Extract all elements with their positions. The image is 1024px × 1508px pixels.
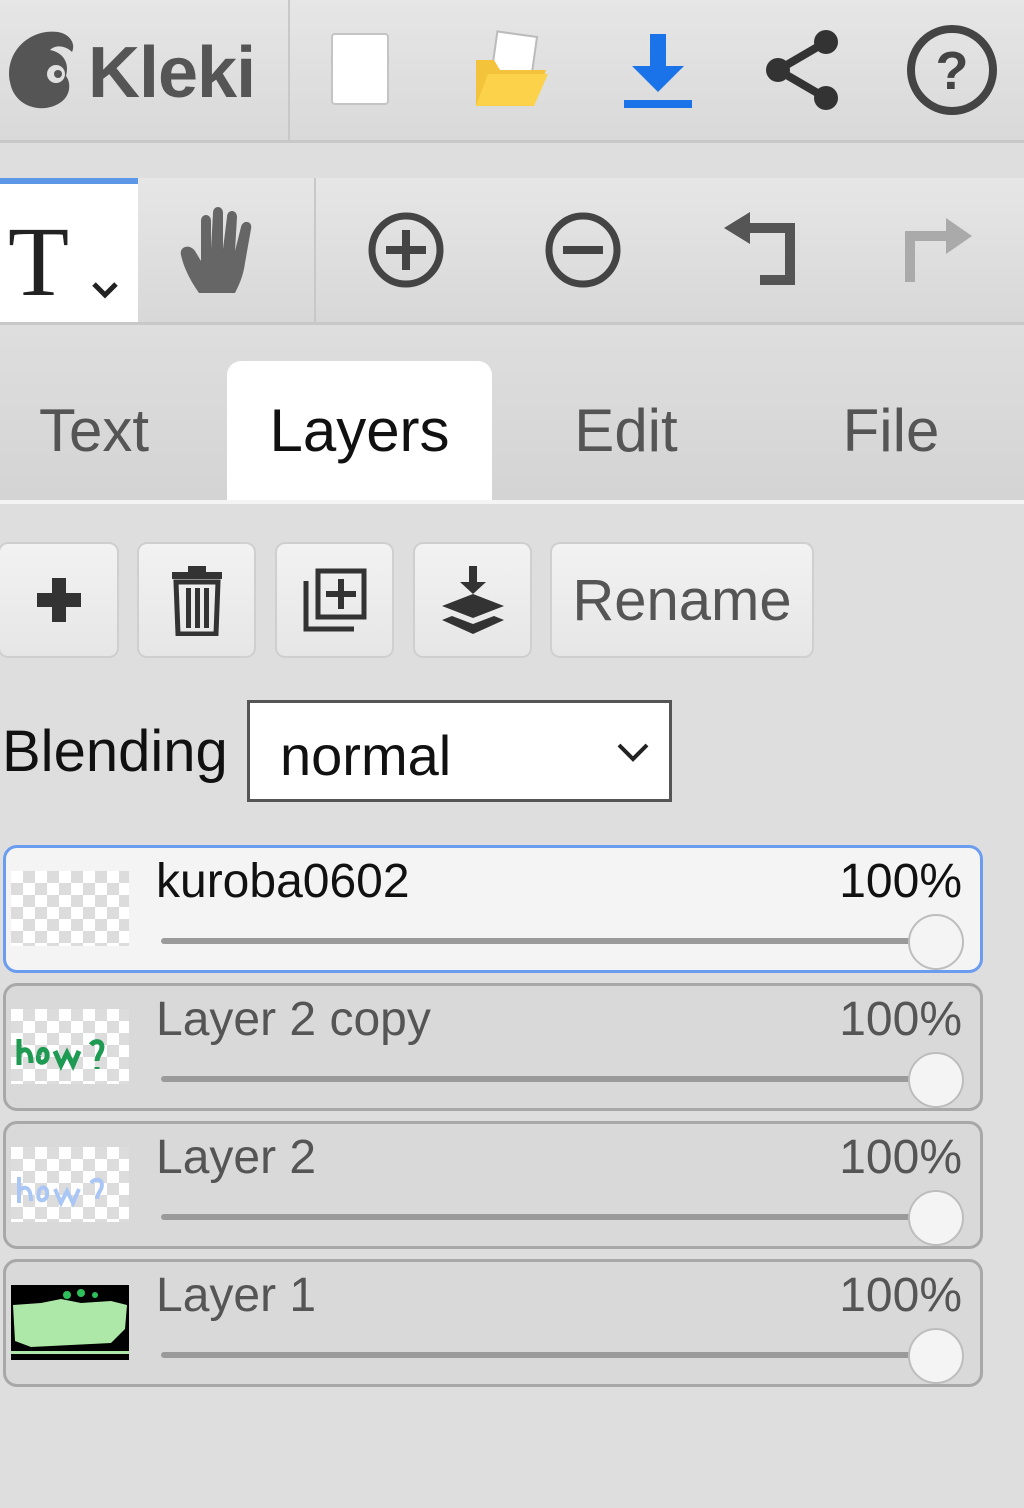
redo-button[interactable] bbox=[894, 178, 978, 322]
layer-name: Layer 2 copy bbox=[156, 993, 431, 1046]
layer-opacity-value: 100% bbox=[839, 1269, 962, 1322]
help-button[interactable]: ? bbox=[904, 0, 1000, 140]
app-logo[interactable]: Kleki bbox=[0, 0, 290, 140]
opacity-slider[interactable] bbox=[161, 938, 941, 944]
download-button[interactable] bbox=[618, 0, 698, 140]
layer-name: Layer 1 bbox=[156, 1269, 317, 1322]
delete-layer-icon bbox=[171, 566, 222, 636]
blending-label: Blending bbox=[2, 719, 228, 784]
add-layer-button[interactable] bbox=[0, 542, 119, 658]
tab-edit[interactable]: Edit bbox=[540, 361, 712, 500]
zoom-out-button[interactable] bbox=[541, 178, 625, 322]
layer-thumbnail bbox=[11, 1009, 129, 1084]
zoom-out-icon bbox=[545, 212, 621, 288]
tab-layers[interactable]: Layers bbox=[227, 361, 492, 500]
chevron-down-icon bbox=[92, 282, 118, 299]
hand-tool-icon bbox=[180, 207, 252, 293]
redo-icon bbox=[905, 218, 972, 282]
zoom-in-icon bbox=[368, 212, 444, 288]
rename-layer-button[interactable]: Rename bbox=[550, 542, 814, 658]
toolbar-divider bbox=[314, 178, 316, 322]
opacity-slider-handle[interactable] bbox=[908, 1190, 964, 1246]
new-document-button[interactable] bbox=[322, 0, 398, 140]
opacity-slider[interactable] bbox=[161, 1076, 941, 1082]
add-layer-icon bbox=[36, 578, 81, 622]
chevron-down-icon bbox=[617, 743, 649, 762]
tab-file[interactable]: File bbox=[808, 361, 974, 500]
layer-thumbnail-image bbox=[11, 1285, 129, 1360]
layer-thumbnail-image bbox=[17, 1177, 104, 1208]
duplicate-layer-icon bbox=[303, 568, 366, 632]
help-icon: ? bbox=[907, 25, 997, 115]
layer-item[interactable]: Layer 2 100% bbox=[3, 1121, 983, 1249]
layer-name: kuroba0602 bbox=[156, 855, 410, 908]
delete-layer-button[interactable] bbox=[137, 542, 256, 658]
share-icon bbox=[766, 30, 838, 110]
text-tool-icon: T bbox=[8, 206, 70, 317]
opacity-slider[interactable] bbox=[161, 1352, 941, 1358]
layer-opacity-value: 100% bbox=[839, 855, 962, 908]
open-folder-icon bbox=[476, 30, 548, 106]
opacity-slider-handle[interactable] bbox=[908, 1052, 964, 1108]
layer-thumbnail bbox=[11, 1147, 129, 1222]
layer-opacity-value: 100% bbox=[839, 993, 962, 1046]
new-document-icon bbox=[331, 33, 389, 105]
app-name: Kleki bbox=[88, 33, 256, 113]
layer-thumbnail-image bbox=[16, 1039, 105, 1071]
kleki-logo-icon bbox=[9, 31, 74, 109]
opacity-slider-handle[interactable] bbox=[908, 914, 964, 970]
share-button[interactable] bbox=[760, 0, 844, 140]
layer-opacity-value: 100% bbox=[839, 1131, 962, 1184]
tab-bar: Text Layers Edit File bbox=[0, 325, 1024, 504]
layer-item[interactable]: kuroba0602 100% bbox=[3, 845, 983, 973]
merge-down-icon bbox=[441, 566, 504, 634]
tab-text[interactable]: Text bbox=[8, 361, 180, 500]
blending-value: normal bbox=[280, 724, 452, 787]
svg-text:?: ? bbox=[936, 41, 969, 101]
undo-button[interactable] bbox=[718, 178, 802, 322]
hand-tool-button[interactable] bbox=[176, 178, 264, 322]
blending-select[interactable]: normal bbox=[247, 700, 672, 802]
zoom-in-button[interactable] bbox=[364, 178, 448, 322]
toolbar: T bbox=[0, 178, 1024, 325]
top-bar: Kleki ? bbox=[0, 0, 1024, 143]
open-file-button[interactable] bbox=[468, 0, 552, 140]
layer-name: Layer 2 bbox=[156, 1131, 317, 1184]
text-tool-button[interactable]: T bbox=[0, 178, 138, 322]
layer-item[interactable]: Layer 1 100% bbox=[3, 1259, 983, 1387]
layer-item[interactable]: Layer 2 copy 100% bbox=[3, 983, 983, 1111]
layer-thumbnail bbox=[11, 871, 129, 946]
opacity-slider[interactable] bbox=[161, 1214, 941, 1220]
download-icon bbox=[624, 34, 692, 108]
opacity-slider-handle[interactable] bbox=[908, 1328, 964, 1384]
layer-thumbnail bbox=[11, 1285, 129, 1360]
undo-icon bbox=[724, 212, 795, 285]
duplicate-layer-button[interactable] bbox=[275, 542, 394, 658]
merge-down-button[interactable] bbox=[413, 542, 532, 658]
